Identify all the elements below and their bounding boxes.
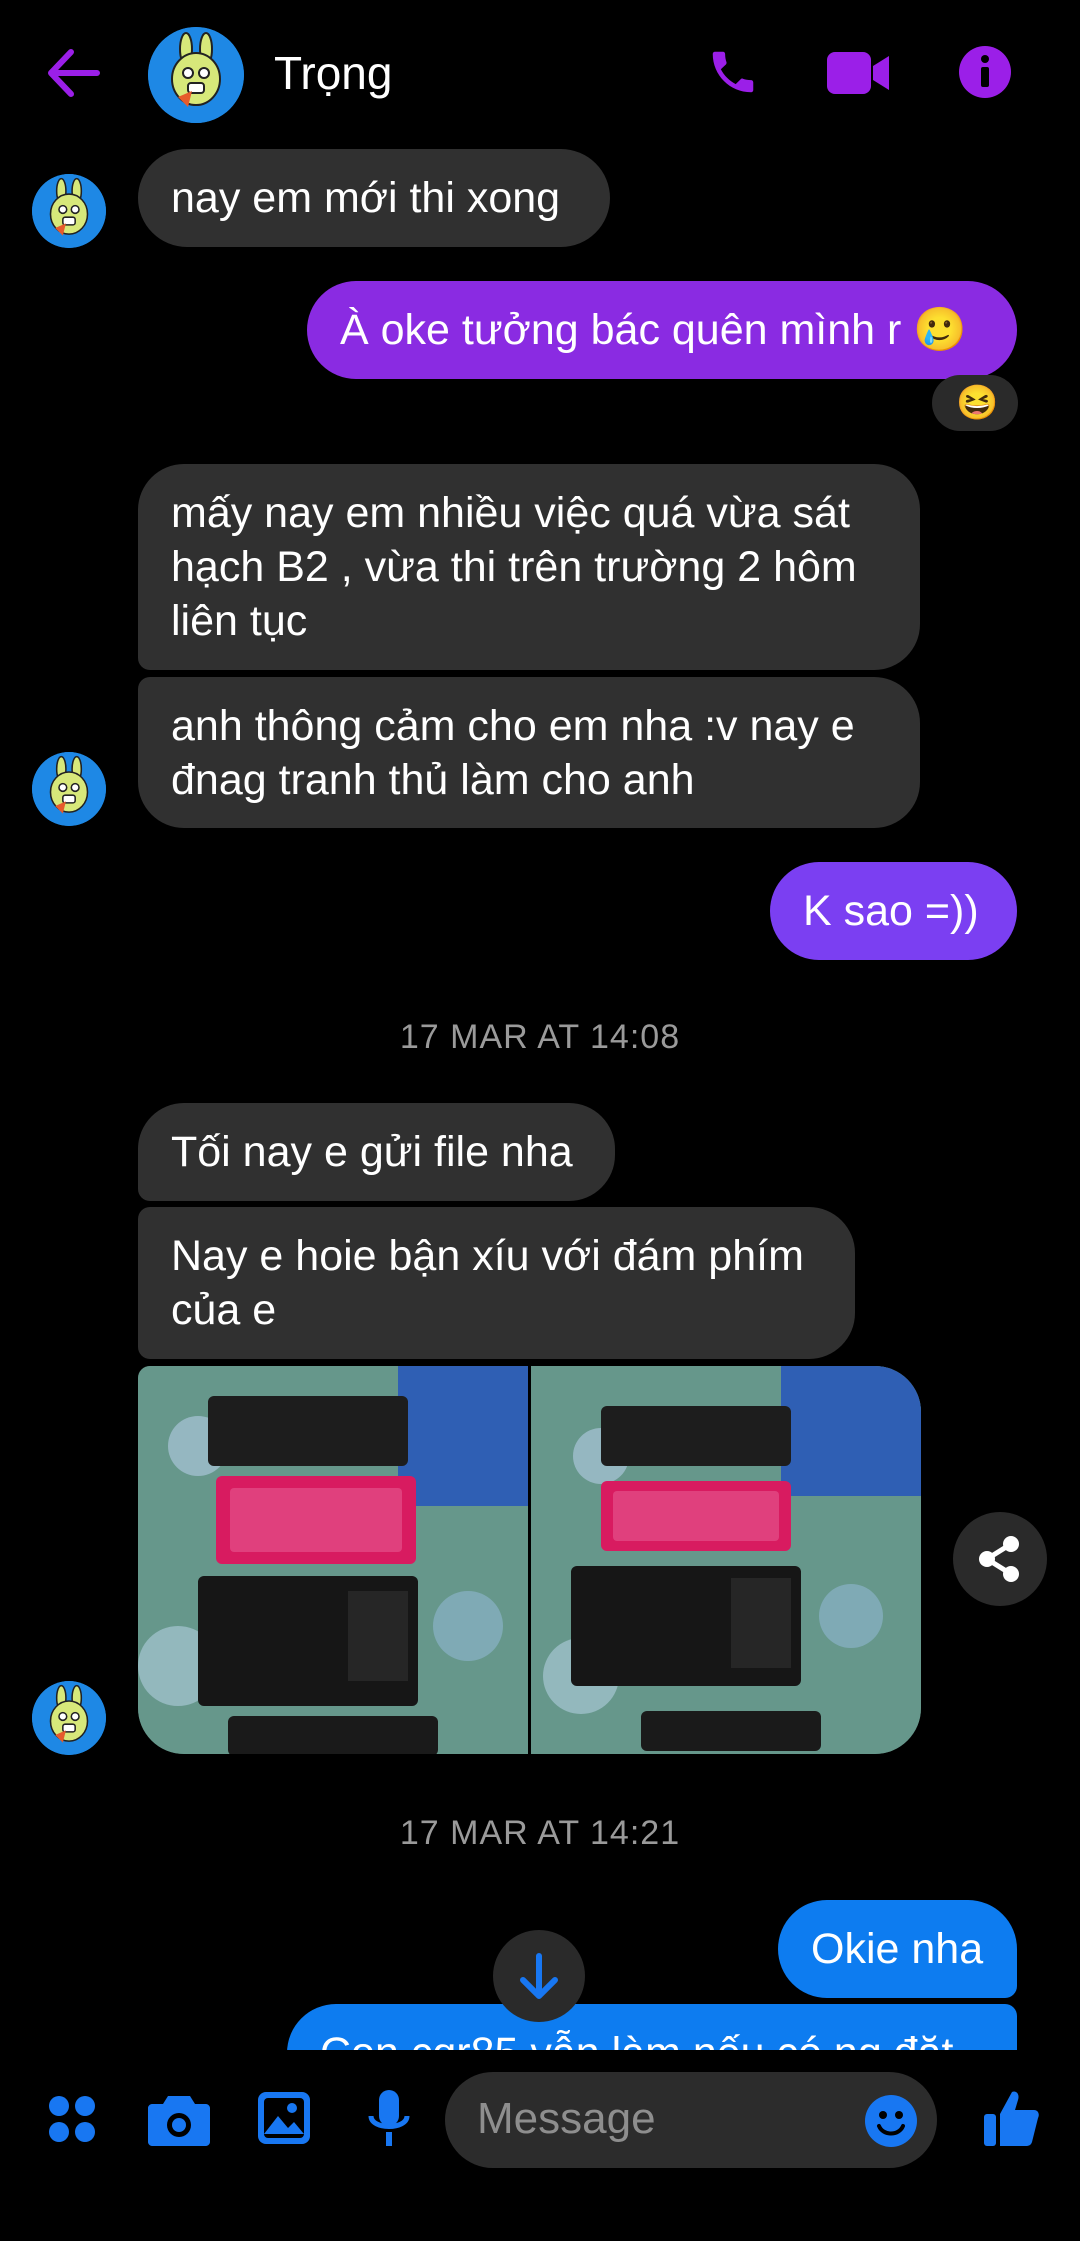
video-camera-icon[interactable] [827,50,891,96]
message-placeholder: Message [477,2094,656,2143]
incoming-message[interactable]: mấy nay em nhiều việc quá vừa sát hạch B… [138,464,920,670]
scroll-to-bottom-button[interactable] [493,1930,585,2022]
message-text: mấy nay em nhiều việc quá vừa sát hạch B… [171,489,857,645]
emoji-icon[interactable] [864,2094,918,2148]
back-arrow-icon[interactable] [45,48,101,98]
incoming-message[interactable]: anh thông cảm cho em nha :v nay e đnag t… [138,677,920,828]
timestamp: 17 MAR AT 14:08 [399,1018,681,1056]
sender-avatar[interactable] [32,752,106,826]
image-icon[interactable] [256,2090,312,2146]
message-text: Tối nay e gửi file nha [171,1128,573,1176]
timestamp: 17 MAR AT 14:21 [399,1814,681,1852]
message-reaction[interactable]: 😆 [932,375,1018,431]
sender-avatar[interactable] [32,1681,106,1755]
message-text: Nay e hoie bận xíu với đám phím của e [171,1232,804,1334]
message-text: Okie nha [811,1925,984,1973]
phone-icon[interactable] [706,45,760,99]
conversation-header: Trọng [0,0,1080,150]
message-text: K sao =)) [803,887,979,935]
info-icon[interactable] [958,45,1012,99]
contact-avatar[interactable] [148,27,244,123]
photo-attachment[interactable] [138,1366,528,1754]
arrow-down-icon [520,1953,558,1999]
message-text: À oke tưởng bác quên mình r 🥲 [340,306,967,354]
sender-avatar[interactable] [32,174,106,248]
share-button[interactable] [953,1512,1047,1606]
thumbs-up-icon[interactable] [982,2088,1040,2148]
camera-icon[interactable] [148,2092,210,2146]
message-text: anh thông cảm cho em nha :v nay e đnag t… [171,702,855,804]
laughing-emoji: 😆 [956,384,999,422]
incoming-message[interactable]: Nay e hoie bận xíu với đám phím của e [138,1207,855,1359]
outgoing-message[interactable]: Okie nha [778,1900,1017,1998]
contact-name[interactable]: Trọng [274,46,392,100]
outgoing-message[interactable]: K sao =)) [770,862,1017,960]
message-text: nay em mới thi xong [171,174,561,222]
outgoing-message[interactable]: À oke tưởng bác quên mình r 🥲 [307,281,1017,379]
photo-attachment[interactable] [531,1366,921,1754]
incoming-message[interactable]: nay em mới thi xong [138,149,610,247]
microphone-icon[interactable] [366,2088,412,2150]
incoming-message[interactable]: Tối nay e gửi file nha [138,1103,615,1201]
share-icon [979,1536,1019,1582]
four-dots-icon[interactable] [47,2094,97,2144]
